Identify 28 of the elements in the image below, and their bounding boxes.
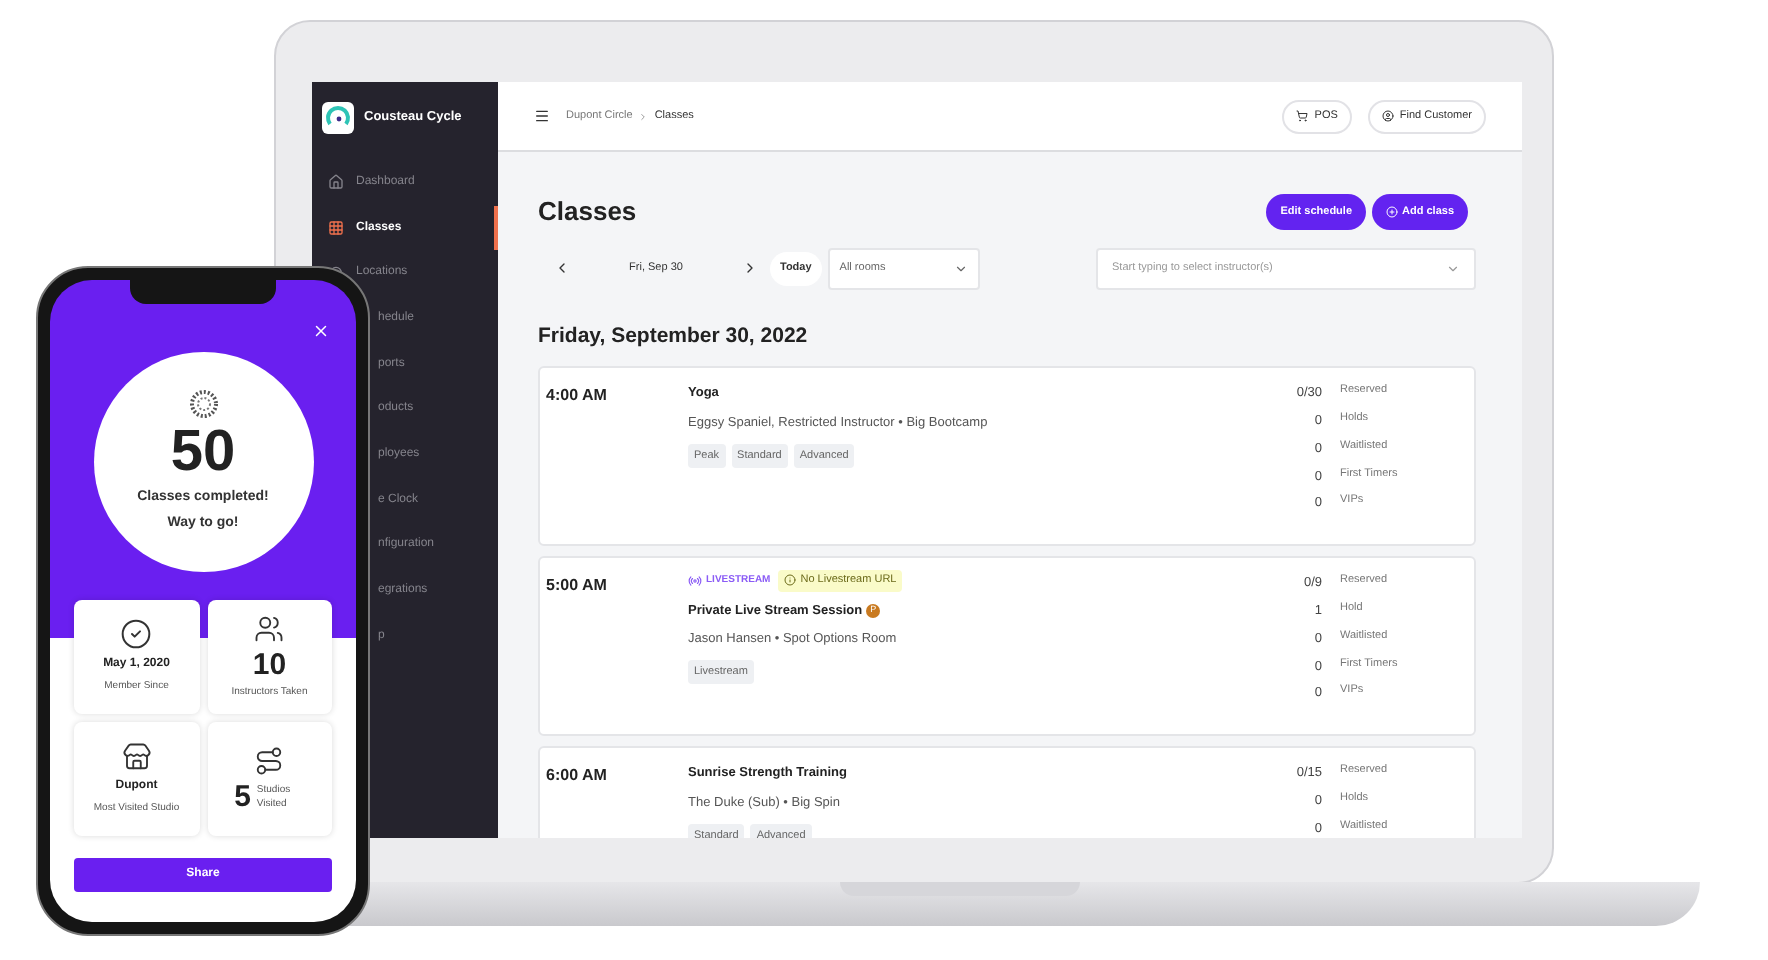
- stat-number: 5: [234, 782, 251, 812]
- next-icon[interactable]: [742, 260, 758, 276]
- route-icon: [254, 746, 285, 776]
- cart-icon: [1296, 110, 1309, 122]
- badge-icon: [189, 389, 217, 417]
- user-icon: [1381, 110, 1394, 122]
- page-title: Classes: [538, 194, 637, 230]
- plus-icon: [1386, 205, 1399, 218]
- class-time: 5:00 AM: [544, 574, 609, 599]
- logo-icon: [322, 101, 354, 133]
- classes-count: 50: [170, 423, 236, 481]
- stat-number: 10: [252, 649, 287, 680]
- storefront-icon: [121, 741, 152, 772]
- day-heading: Friday, September 30, 2022: [538, 321, 810, 351]
- people-icon: [254, 613, 285, 644]
- broadcast-icon: [688, 573, 702, 588]
- close-icon[interactable]: [312, 322, 330, 340]
- chevron-down-icon: [1446, 261, 1460, 275]
- menu-icon[interactable]: [534, 108, 550, 124]
- previous-icon[interactable]: [554, 260, 570, 276]
- class-time: 4:00 AM: [544, 384, 609, 409]
- chevron-icon: [638, 111, 649, 121]
- info-icon: [784, 574, 797, 587]
- chevron-down-icon: [953, 261, 968, 275]
- check-circle-icon: [120, 618, 153, 651]
- grid-icon: [328, 220, 344, 237]
- class-time: 6:00 AM: [544, 764, 609, 789]
- home-icon: [328, 174, 344, 191]
